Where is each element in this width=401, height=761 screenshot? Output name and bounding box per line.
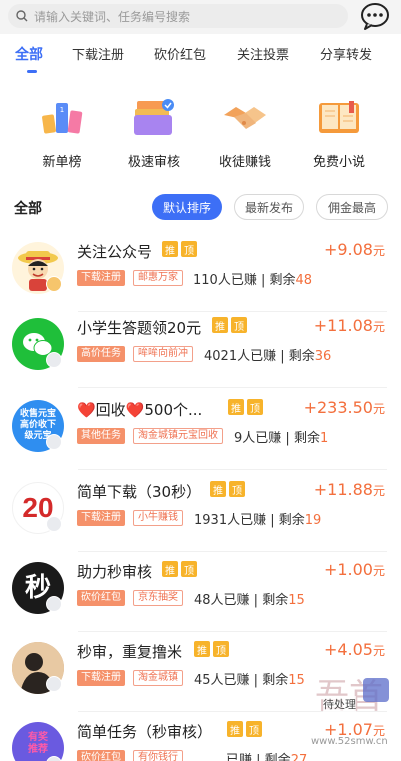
watermark-label: 待处理 <box>323 696 356 712</box>
task-title: 小学生答题领20元 <box>77 319 202 337</box>
avatar-badge <box>46 434 62 450</box>
avatar-badge <box>46 596 62 612</box>
category-tabs: 全部 下载注册 砍价红包 关注投票 分享转发 <box>0 38 401 72</box>
task-title: 秒审，重复撸米 <box>77 643 183 661</box>
task-title: ❤️回收❤️500个... <box>77 401 203 419</box>
top-badge: 顶 <box>231 317 247 333</box>
task-merchant-tag: 淘金城镇 <box>133 670 183 686</box>
task-merchant-tag: 京东抽奖 <box>133 590 183 606</box>
avatar-badge <box>46 676 62 692</box>
task-title: 助力秒审核 <box>77 563 153 581</box>
task-row[interactable]: 20 简单下载（30秒） 推 顶 +11.88元 下载注册 小牛赚钱 1931人… <box>0 472 401 552</box>
task-avatar: 有奖 推荐 <box>12 722 64 761</box>
avatar-badge <box>46 276 62 292</box>
recommend-badge: 推 <box>162 241 178 257</box>
task-merchant-tag: 小牛赚钱 <box>133 510 183 526</box>
site-watermark: 吾首 待处理 www.52smw.cn <box>305 650 401 761</box>
section-title: 全部 <box>14 201 42 217</box>
search-icon <box>16 10 28 22</box>
search-placeholder: 请输入关键词、任务编号搜索 <box>34 9 191 24</box>
task-row[interactable]: 秒 助力秒审核 推 顶 +1.00元 砍价红包 京东抽奖 48人已赚 | 剩余1… <box>0 552 401 632</box>
task-merchant-tag: 淘金城镇元宝回收 <box>133 428 223 444</box>
quick-new-ranking[interactable]: 1 新单榜 <box>22 95 102 170</box>
task-row[interactable]: 小学生答题领20元 推 顶 +11.08元 高价任务 哞哞向前冲 4021人已赚… <box>0 308 401 388</box>
task-category-tag: 其他任务 <box>77 428 125 444</box>
task-stats: 48人已赚 | 剩余15 <box>194 593 305 608</box>
task-category-tag: 下载注册 <box>77 670 125 686</box>
task-reward: +9.08元 <box>323 240 385 259</box>
task-merchant-tag: 有你钱行 <box>133 750 183 761</box>
avatar-badge <box>46 516 62 532</box>
task-merchant-tag: 哞哞向前冲 <box>133 346 193 362</box>
quick-label: 收徒赚钱 <box>218 155 271 170</box>
task-category-tag: 高价任务 <box>77 346 125 362</box>
task-stats: 45人已赚 | 剩余15 <box>194 673 305 688</box>
svg-text:1: 1 <box>60 106 64 114</box>
tab-download-register[interactable]: 下载注册 <box>72 44 124 63</box>
tab-bargain-redpacket[interactable]: 砍价红包 <box>154 44 206 63</box>
task-row[interactable]: 收售元宝 高价收下 级元宝 ❤️回收❤️500个... 推 顶 +233.50元 其… <box>0 390 401 470</box>
tab-indicator <box>27 70 37 73</box>
top-bar: 请输入关键词、任务编号搜索 <box>0 0 401 34</box>
sort-default-button[interactable]: 默认排序 <box>152 194 222 220</box>
task-stats: 1931人已赚 | 剩余19 <box>194 513 322 528</box>
top-badge: 顶 <box>213 641 229 657</box>
handshake-icon <box>224 107 266 129</box>
top-badge: 顶 <box>246 721 262 737</box>
tab-share-forward[interactable]: 分享转发 <box>320 44 372 63</box>
row-divider <box>78 387 387 388</box>
recommend-badge: 推 <box>162 561 178 577</box>
task-merchant-tag: 邮惠万家 <box>133 270 183 286</box>
quick-label: 新单榜 <box>42 155 82 170</box>
recommend-badge: 推 <box>227 721 243 737</box>
recommend-badge: 推 <box>210 481 226 497</box>
task-reward: +233.50元 <box>303 398 385 417</box>
quick-label: 极速审核 <box>127 155 180 170</box>
avatar-text: 有奖 推荐 <box>28 732 48 755</box>
task-category-tag: 砍价红包 <box>77 590 125 606</box>
task-reward: +1.00元 <box>323 560 385 579</box>
task-category-tag: 下载注册 <box>77 270 125 286</box>
leaderboard-icon: 1 <box>42 103 83 134</box>
watermark-url: www.52smw.cn <box>311 736 388 747</box>
task-title: 关注公众号 <box>77 243 153 261</box>
top-badge: 顶 <box>247 399 263 415</box>
sort-commission-button[interactable]: 佣金最高 <box>316 194 388 220</box>
task-category-tag: 砍价红包 <box>77 750 125 761</box>
task-row[interactable]: 关注公众号 推 顶 +9.08元 下载注册 邮惠万家 110人已赚 | 剩余48 <box>0 232 401 312</box>
top-badge: 顶 <box>181 561 197 577</box>
avatar-badge <box>46 352 62 368</box>
sort-newest-button[interactable]: 最新发布 <box>234 194 304 220</box>
top-badge: 顶 <box>229 481 245 497</box>
message-icon[interactable] <box>360 2 390 30</box>
book-icon <box>319 101 359 133</box>
task-title: 简单下载（30秒） <box>77 483 202 501</box>
quick-fast-review[interactable]: 极速审核 <box>114 95 194 170</box>
recommend-badge: 推 <box>212 317 228 333</box>
quick-free-novel[interactable]: 免费小说 <box>299 95 379 170</box>
task-reward: +11.08元 <box>313 316 385 335</box>
tab-all[interactable]: 全部 <box>15 44 43 64</box>
task-stats: 9人已赚 | 剩余1 <box>234 431 329 446</box>
tab-follow-vote[interactable]: 关注投票 <box>237 44 289 63</box>
quick-label: 免费小说 <box>312 155 365 170</box>
row-divider <box>78 469 387 470</box>
task-category-tag: 下载注册 <box>77 510 125 526</box>
quick-recruit-earn[interactable]: 收徒赚钱 <box>205 95 285 170</box>
task-stats: 4021人已赚 | 剩余36 <box>204 349 332 364</box>
search-input[interactable]: 请输入关键词、任务编号搜索 <box>8 4 348 28</box>
top-badge: 顶 <box>181 241 197 257</box>
task-title: 简单任务（秒审核） <box>77 723 213 741</box>
recommend-badge: 推 <box>194 641 210 657</box>
task-reward: +11.88元 <box>313 480 385 499</box>
recommend-badge: 推 <box>228 399 244 415</box>
task-stats: 已赚 | 剩余27 <box>226 753 308 761</box>
task-stats: 110人已赚 | 剩余48 <box>193 273 313 288</box>
fast-review-icon <box>134 99 174 135</box>
